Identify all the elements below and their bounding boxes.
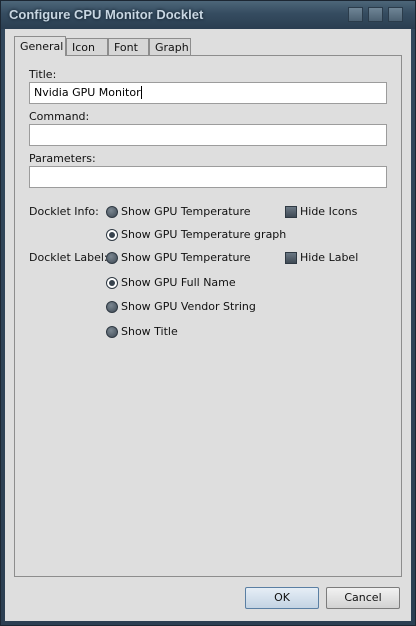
radio-button[interactable] [106, 326, 118, 338]
checkbox-label: Hide Label [300, 251, 359, 264]
radio-button[interactable] [106, 206, 118, 218]
minimize-button[interactable] [348, 7, 363, 22]
radio-label: Show Title [121, 325, 178, 338]
ok-button-label: OK [274, 591, 290, 604]
window-title: Configure CPU Monitor Docklet [9, 7, 204, 22]
tab-font[interactable]: Font [108, 38, 149, 55]
tab-general[interactable]: General [14, 36, 66, 56]
general-tab-panel: Title: Nvidia GPU Monitor Command: Param… [14, 55, 402, 577]
maximize-button[interactable] [368, 7, 383, 22]
tab-font-label: Font [114, 41, 138, 54]
checkbox-box[interactable] [285, 206, 297, 218]
radio-button[interactable] [106, 301, 118, 313]
radio-label: Show GPU Full Name [121, 276, 236, 289]
parameters-label: Parameters: [29, 152, 96, 165]
checkbox-label: Hide Icons [300, 205, 358, 218]
radio-button-selected[interactable] [106, 277, 118, 289]
command-label: Command: [29, 110, 90, 123]
radio-button[interactable] [106, 252, 118, 264]
close-button[interactable] [388, 7, 403, 22]
tab-general-label: General [20, 40, 64, 53]
radio-label: Show GPU Temperature graph [121, 228, 287, 241]
radio-label: Show GPU Temperature [121, 205, 251, 218]
cancel-button-label: Cancel [344, 591, 382, 604]
docklet-label-label: Docklet Label: [29, 251, 108, 264]
radio-label: Show GPU Vendor String [121, 300, 256, 313]
parameters-input[interactable] [29, 166, 387, 188]
command-input[interactable] [29, 124, 387, 146]
tab-graph-label: Graph [155, 41, 189, 54]
checkbox-box[interactable] [285, 252, 297, 264]
title-input[interactable]: Nvidia GPU Monitor [29, 82, 387, 104]
dialog-client: General Icon Font Graph Title: Nvidia GP… [5, 29, 411, 621]
title-input-value: Nvidia GPU Monitor [34, 86, 142, 99]
tab-graph[interactable]: Graph [149, 38, 191, 55]
radio-button-selected[interactable] [106, 229, 118, 241]
docklet-info-label: Docklet Info: [29, 205, 99, 218]
tab-icon-label: Icon [72, 41, 95, 54]
dialog-window: Configure CPU Monitor Docklet General Ic… [0, 0, 416, 626]
title-bar[interactable]: Configure CPU Monitor Docklet [1, 1, 415, 29]
tab-icon[interactable]: Icon [66, 38, 108, 55]
ok-button[interactable]: OK [245, 587, 319, 609]
title-label: Title: [29, 68, 57, 81]
radio-label: Show GPU Temperature [121, 251, 251, 264]
cancel-button[interactable]: Cancel [326, 587, 400, 609]
